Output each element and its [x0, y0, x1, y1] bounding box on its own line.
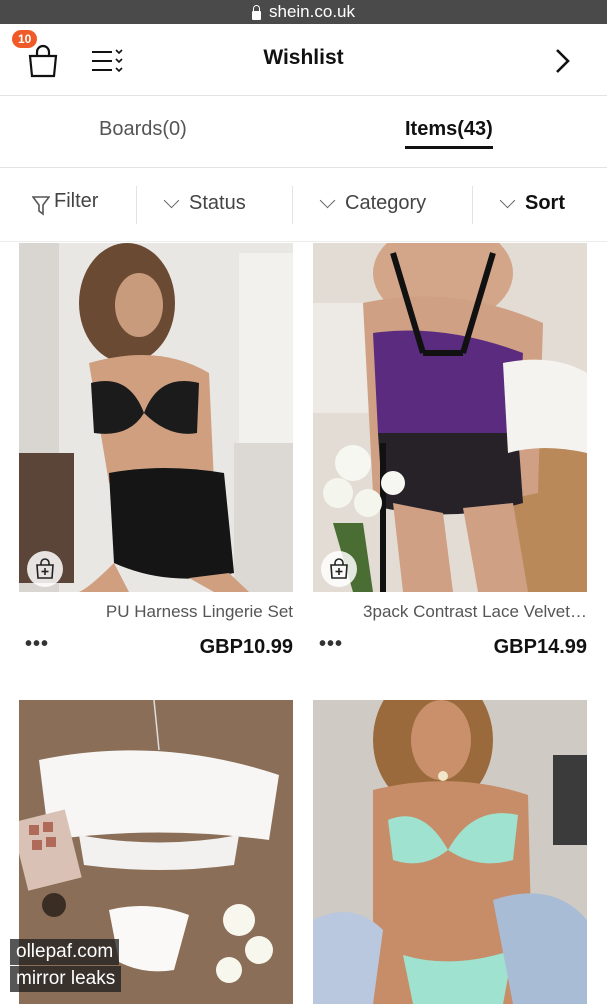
divider [472, 186, 473, 224]
chevron-down-icon [163, 192, 180, 209]
filter-label: Filter [54, 190, 99, 212]
product-name: PU Harness Lingerie Set [105, 602, 293, 621]
category-label: Category [345, 192, 427, 214]
sort-dropdown[interactable]: Sort [499, 192, 565, 215]
sort-label: Sort [525, 192, 565, 214]
browser-url-bar[interactable]: shein.co.uk [0, 0, 607, 24]
divider [292, 186, 293, 224]
status-dropdown[interactable]: Status [163, 192, 246, 215]
category-dropdown[interactable]: Category [319, 192, 427, 215]
add-to-bag-button[interactable] [321, 551, 357, 587]
more-options-button[interactable]: ••• [25, 633, 49, 656]
product-image [19, 243, 293, 592]
watermark-site: ollepaf.com [10, 939, 120, 965]
wishlist-tabs: Items(43) Boards(0) [0, 96, 607, 168]
add-to-bag-icon [36, 558, 54, 579]
filter-bar: Sort Category Status Filter [0, 168, 607, 242]
product-image [313, 243, 587, 592]
status-label: Status [189, 192, 246, 214]
product-image [313, 700, 587, 1004]
product-price: GBP10.99 [199, 636, 293, 658]
watermark-caption: mirror leaks [10, 966, 122, 992]
chevron-down-icon [319, 192, 336, 209]
filter-button[interactable]: Filter [32, 190, 99, 216]
funnel-icon [32, 195, 50, 216]
product-price: GBP14.99 [493, 636, 587, 658]
back-button[interactable] [550, 44, 574, 78]
chevron-down-icon [499, 192, 516, 209]
tab-items[interactable]: Items(43) [405, 118, 493, 149]
divider [136, 186, 137, 224]
add-to-bag-button[interactable] [27, 551, 63, 587]
add-to-bag-icon [330, 558, 348, 579]
lock-icon [252, 4, 261, 20]
product-name: 3pack Contrast Lace Velvet… [363, 602, 587, 621]
chevron-icon [556, 49, 570, 73]
page-title: Wishlist [263, 46, 344, 69]
top-header: 10 Wishlist [0, 24, 607, 96]
tab-boards[interactable]: Boards(0) [99, 118, 187, 141]
more-options-button[interactable]: ••• [319, 633, 343, 656]
url-text: shein.co.uk [269, 2, 355, 21]
